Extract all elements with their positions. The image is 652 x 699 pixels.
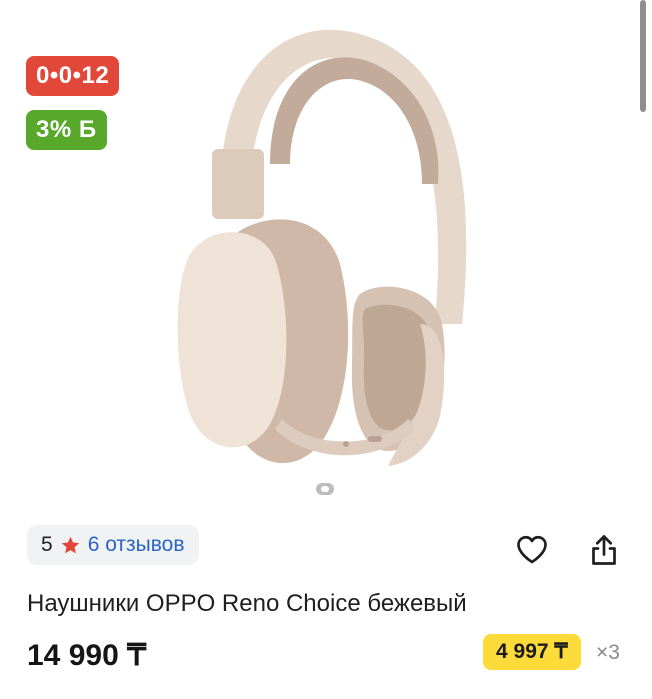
carousel-indicator[interactable] xyxy=(316,483,334,495)
share-icon[interactable] xyxy=(584,530,624,570)
installment-months: ×3 xyxy=(596,641,620,664)
rating-chip[interactable]: 5 6 отзывов xyxy=(27,525,199,565)
product-title: Наушники OPPO Reno Choice бежевый xyxy=(27,590,467,617)
timer-badge: 0•0•12 xyxy=(26,56,120,96)
bonus-badge: 3% Б xyxy=(26,110,107,150)
product-image[interactable] xyxy=(150,24,480,474)
star-icon xyxy=(60,535,81,556)
headphones-image xyxy=(177,29,467,466)
product-price: 14 990 ₸ xyxy=(27,639,147,672)
heart-icon[interactable] xyxy=(512,530,552,570)
reviews-link[interactable]: 6 отзывов xyxy=(88,533,185,557)
rating-value: 5 xyxy=(41,533,53,556)
installment-badge[interactable]: 4 997 ₸ xyxy=(483,634,581,670)
scrollbar[interactable] xyxy=(640,0,646,112)
